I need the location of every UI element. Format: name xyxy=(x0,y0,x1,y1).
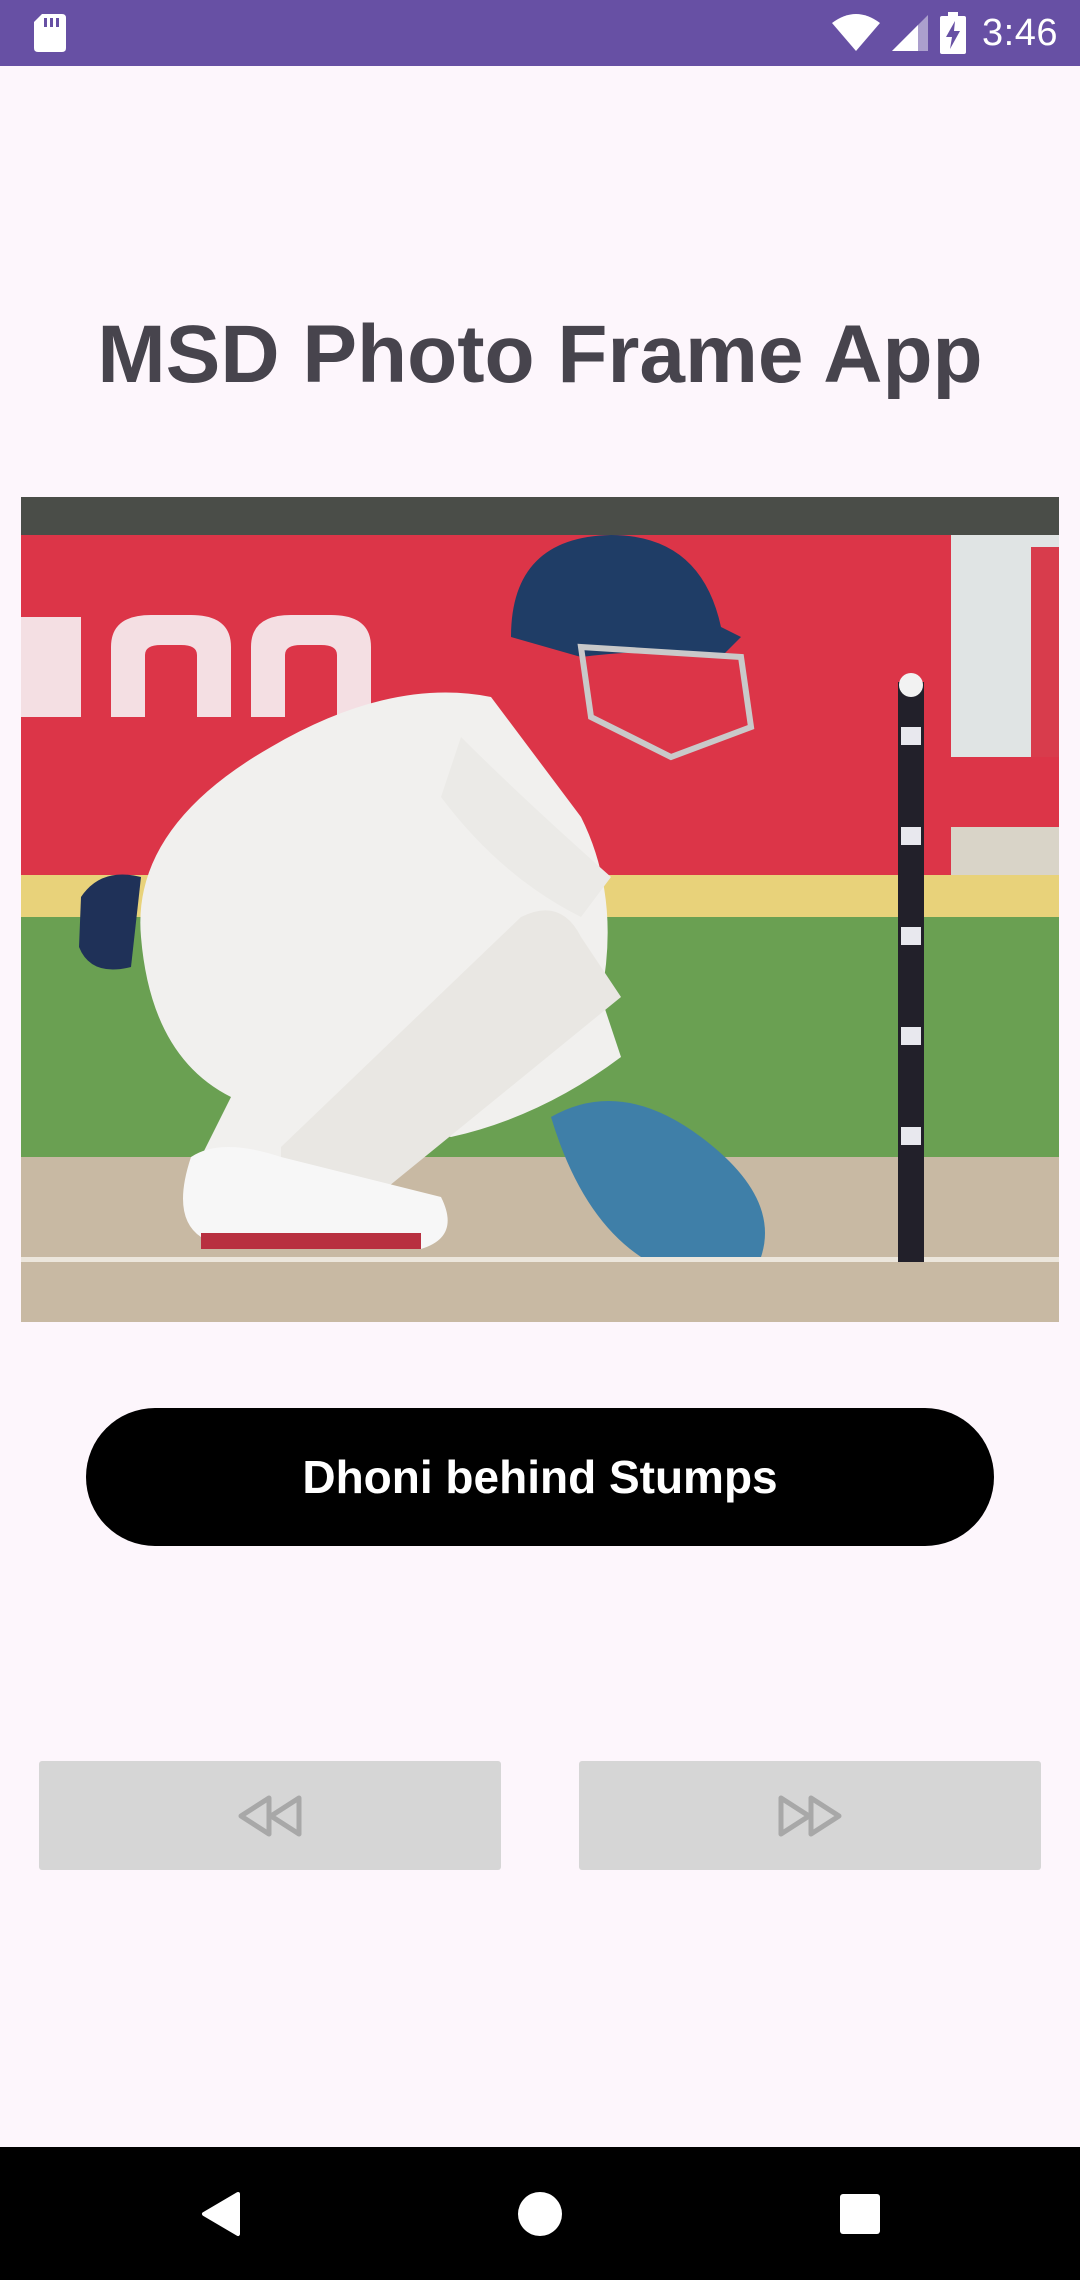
photo-frame xyxy=(21,497,1059,1322)
status-bar: 3:46 xyxy=(0,0,1080,66)
wifi-icon xyxy=(832,14,881,51)
system-nav-bar xyxy=(0,2147,1080,2280)
back-button[interactable] xyxy=(190,2184,250,2244)
back-icon xyxy=(202,2192,240,2236)
recents-icon xyxy=(840,2194,880,2234)
page-title: MSD Photo Frame App xyxy=(97,309,983,400)
home-button[interactable] xyxy=(510,2184,570,2244)
status-clock: 3:46 xyxy=(982,11,1058,54)
battery-charging-icon xyxy=(940,12,967,54)
fast-forward-icon xyxy=(778,1795,842,1836)
home-icon xyxy=(518,2192,562,2236)
previous-button[interactable] xyxy=(39,1761,501,1870)
dhoni-photo xyxy=(21,497,1059,1322)
sd-card-icon xyxy=(34,14,66,52)
rewind-icon xyxy=(238,1795,302,1836)
caption-button[interactable]: Dhoni behind Stumps xyxy=(86,1408,994,1546)
recents-button[interactable] xyxy=(830,2184,890,2244)
cell-signal-icon xyxy=(892,15,929,51)
next-button[interactable] xyxy=(579,1761,1041,1870)
status-icons: 3:46 xyxy=(832,0,1058,66)
